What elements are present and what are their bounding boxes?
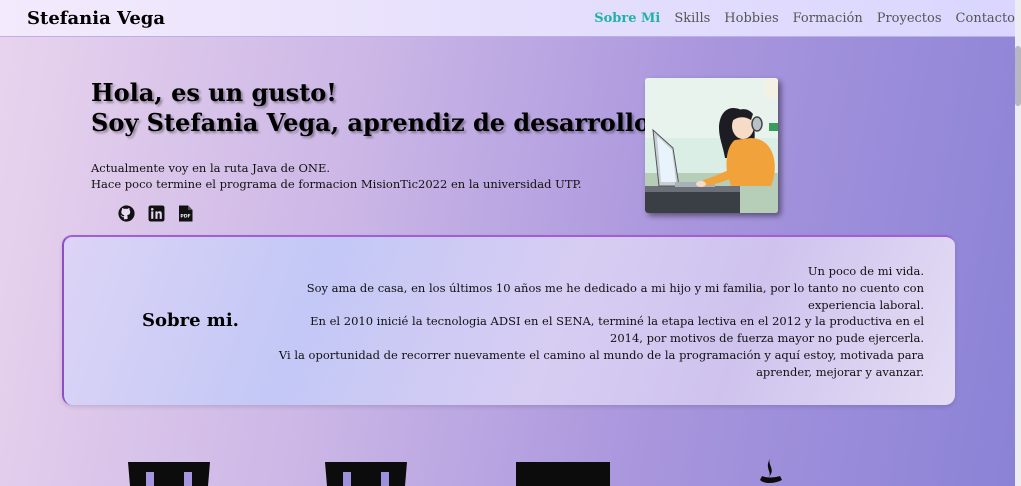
- nav-link-contacto[interactable]: Contacto: [956, 11, 1015, 26]
- about-paragraph: Vi la oportunidad de recorrer nuevamente…: [278, 347, 924, 379]
- hero-tagline: Soy Stefania Vega, aprendiz de desarroll…: [91, 108, 720, 137]
- hero-greeting: Hola, es un gusto!: [91, 78, 337, 107]
- nav-menu: Sobre Mi Skills Hobbies Formación Proyec…: [594, 11, 1021, 26]
- nav-link-hobbies[interactable]: Hobbies: [724, 11, 778, 26]
- nav-link-skills[interactable]: Skills: [674, 11, 710, 26]
- hero-text-line: Actualmente voy en la ruta Java de ONE.: [91, 161, 331, 175]
- hero-title: Hola, es un gusto! Soy Stefania Vega, ap…: [91, 78, 719, 138]
- about-title: Sobre mi.: [142, 310, 239, 331]
- html5-icon: [128, 462, 210, 486]
- css3-icon: [325, 462, 407, 486]
- nav-link-proyectos[interactable]: Proyectos: [877, 11, 942, 26]
- java-icon: [752, 456, 784, 486]
- navbar: Stefania Vega Sobre Mi Skills Hobbies Fo…: [0, 0, 1021, 37]
- hero-description: Actualmente voy en la ruta Java de ONE. …: [91, 160, 582, 192]
- linkedin-icon[interactable]: [148, 205, 165, 222]
- social-links: PDF: [118, 205, 195, 222]
- about-paragraph: En el 2010 inicié la tecnologia ADSI en …: [310, 314, 924, 346]
- pdf-icon[interactable]: PDF: [178, 205, 195, 222]
- nav-link-sobre-mi[interactable]: Sobre Mi: [594, 11, 660, 26]
- about-section: Sobre mi. Un poco de mi vida. Soy ama de…: [62, 235, 955, 405]
- profile-avatar: [645, 78, 778, 213]
- github-icon[interactable]: [118, 205, 135, 222]
- brand-name[interactable]: Stefania Vega: [27, 8, 165, 29]
- nav-link-formacion[interactable]: Formación: [793, 11, 863, 26]
- hero-text-line: Hace poco termine el programa de formaci…: [91, 177, 582, 191]
- pdf-badge-label: PDF: [180, 214, 190, 220]
- javascript-icon: [516, 462, 610, 486]
- page-scrollbar[interactable]: [1015, 0, 1021, 486]
- about-body: Un poco de mi vida. Soy ama de casa, en …: [278, 263, 924, 381]
- about-paragraph: Soy ama de casa, en los últimos 10 años …: [306, 280, 924, 312]
- about-paragraph: Un poco de mi vida.: [807, 264, 924, 278]
- scrollbar-thumb[interactable]: [1015, 46, 1021, 106]
